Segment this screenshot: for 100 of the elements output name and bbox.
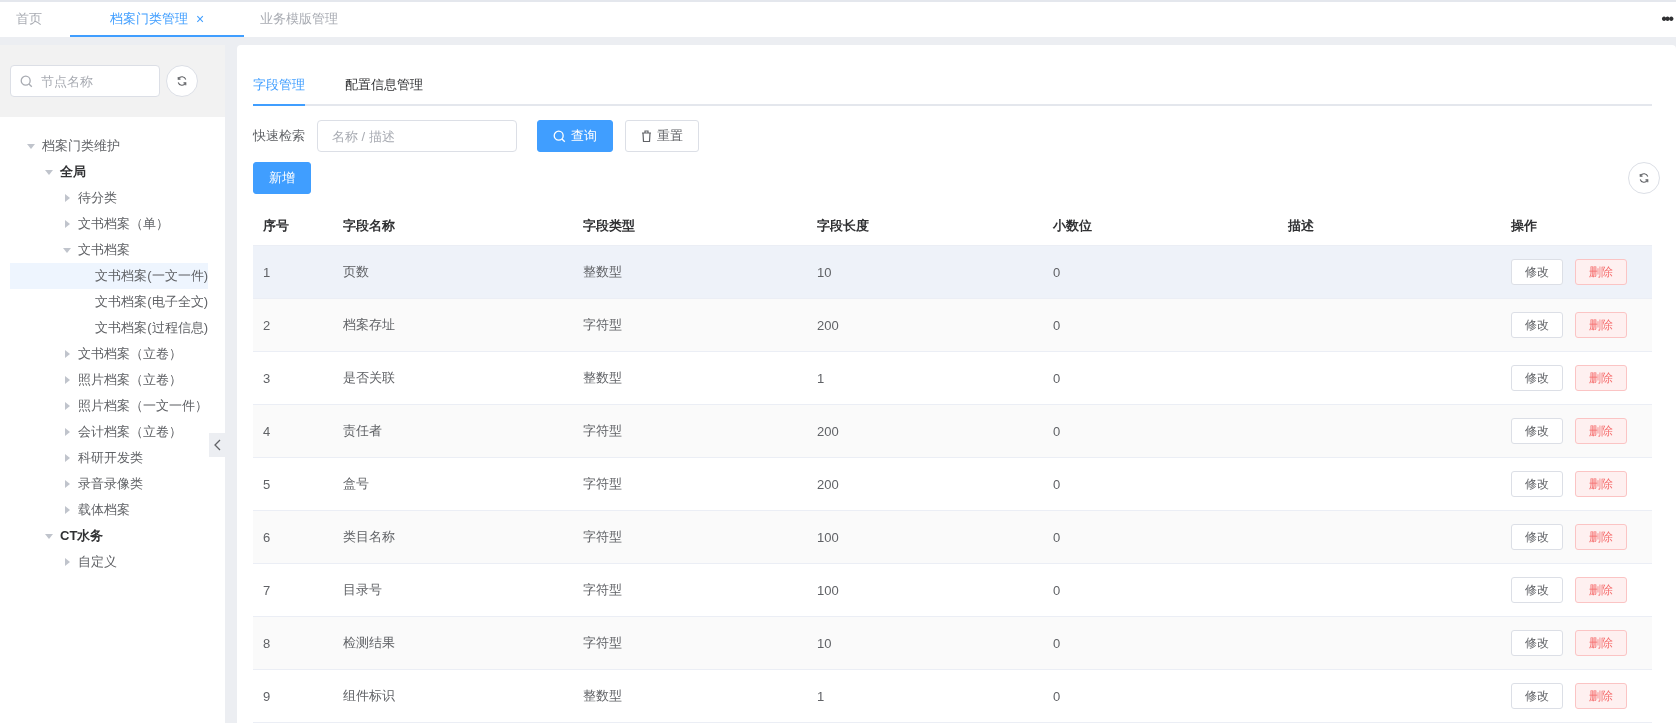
column-header: 操作	[1510, 216, 1538, 235]
tree-item[interactable]: 文书档案(一文一件)	[10, 263, 208, 289]
tree-item[interactable]: 档案门类维护	[10, 133, 208, 159]
tree-item[interactable]: 文书档案（立卷）	[10, 341, 208, 367]
refresh-button[interactable]	[166, 65, 198, 97]
chevron-left-icon	[213, 439, 221, 451]
search-field[interactable]: 节点名称	[10, 65, 160, 97]
edit-button[interactable]: 修改	[1511, 524, 1563, 550]
column-header: 字段长度	[816, 216, 870, 235]
caret-down-icon	[45, 532, 53, 540]
search-label: 快速检索	[253, 127, 305, 145]
edit-button[interactable]: 修改	[1511, 418, 1563, 444]
column-header: 描述	[1287, 216, 1315, 235]
tree-item[interactable]: 录音录像类	[10, 471, 208, 497]
edit-button[interactable]: 修改	[1511, 471, 1563, 497]
table-row[interactable]: 1 页数 整数型 10 0 修改 删除	[253, 246, 1652, 299]
column-header: 字段名称	[342, 216, 396, 235]
table-cell-text: 整数型	[582, 369, 623, 387]
search-field[interactable]: 名称 / 描述	[317, 120, 517, 152]
table-cell-text: 类目名称	[342, 528, 396, 546]
tree-item[interactable]: CT水务	[10, 523, 208, 549]
table-cell-text: 200	[816, 476, 840, 492]
table-cell-text: 检测结果	[342, 634, 396, 652]
table-cell-text: 页数	[342, 263, 370, 281]
caret-right-icon	[63, 220, 71, 228]
reset-button[interactable]: 重置	[625, 120, 699, 152]
caret-right-icon	[63, 402, 71, 410]
table-cell-text: 1	[262, 264, 272, 280]
table-cell-text: 整数型	[582, 263, 623, 281]
table-cell-text: 档案存址	[342, 316, 396, 334]
table-cell-text: 0	[1052, 264, 1062, 280]
table-cell-text: 字符型	[582, 528, 623, 546]
table-cell-text: 组件标识	[342, 687, 396, 705]
search-icon	[553, 129, 566, 143]
collapse-button[interactable]	[209, 433, 225, 457]
tree-item[interactable]: 文书档案(电子全文)	[10, 289, 208, 315]
refresh-button[interactable]	[1628, 162, 1660, 194]
table-cell-text: 目录号	[342, 581, 383, 599]
tree-item[interactable]: 全局	[10, 159, 208, 185]
table-cell-text: 是否关联	[342, 369, 396, 387]
table-cell-text: 字符型	[582, 422, 623, 440]
refresh-icon	[176, 75, 188, 87]
table-cell-text: 4	[262, 423, 272, 439]
tab[interactable]: 配置信息管理	[345, 65, 423, 106]
caret-right-icon	[63, 558, 71, 566]
edit-button[interactable]: 修改	[1511, 312, 1563, 338]
table-cell-text: 责任者	[342, 422, 383, 440]
tree-item[interactable]: 照片档案（一文一件）	[10, 393, 208, 419]
edit-button[interactable]: 修改	[1511, 630, 1563, 656]
edit-button[interactable]: 修改	[1511, 365, 1563, 391]
table-cell-text: 6	[262, 529, 272, 545]
tree-item[interactable]: 会计档案（立卷）	[10, 419, 208, 445]
table-cell-text: 5	[262, 476, 272, 492]
edit-button[interactable]: 修改	[1511, 259, 1563, 285]
tree-item[interactable]: 载体档案	[10, 497, 208, 523]
column-header: 小数位	[1052, 216, 1093, 235]
caret-down-icon	[45, 168, 53, 176]
table-cell-text: 0	[1052, 370, 1062, 386]
table-cell-text: 盒号	[342, 475, 370, 493]
table-cell-text: 0	[1052, 423, 1062, 439]
tree-item[interactable]: 照片档案（立卷）	[10, 367, 208, 393]
caret-right-icon	[63, 376, 71, 384]
tree-item[interactable]: 待分类	[10, 185, 208, 211]
table-row[interactable]: 4 责任者 字符型 200 0 修改 删除	[253, 405, 1652, 458]
table-cell-text: 10	[816, 264, 833, 280]
table-row[interactable]: 2 档案存址 字符型 200 0 修改 删除	[253, 299, 1652, 352]
caret-down-icon	[27, 142, 35, 150]
table-cell-text: 8	[262, 635, 272, 651]
edit-button[interactable]: 修改	[1511, 683, 1563, 709]
table-cell-text: 字符型	[582, 634, 623, 652]
table-cell-text: 200	[816, 317, 840, 333]
tree-item[interactable]: 文书档案（单）	[10, 211, 208, 237]
more-icon[interactable]: •••	[1661, 10, 1672, 28]
table-cell-text: 字符型	[582, 581, 623, 599]
tree-item[interactable]: 科研开发类	[10, 445, 208, 471]
table-cell-text: 100	[816, 529, 840, 545]
tree-item[interactable]: 自定义	[10, 549, 208, 575]
tree-item[interactable]: 文书档案(过程信息)	[10, 315, 208, 341]
table-cell-text: 7	[262, 582, 272, 598]
table-cell-text: 2	[262, 317, 272, 333]
table-cell-text: 3	[262, 370, 272, 386]
table-row[interactable]: 6 类目名称 字符型 100 0 修改 删除	[253, 511, 1652, 564]
caret-right-icon	[63, 454, 71, 462]
edit-button[interactable]: 修改	[1511, 577, 1563, 603]
search-icon	[20, 75, 33, 88]
table-cell-text: 100	[816, 582, 840, 598]
caret-right-icon	[63, 480, 71, 488]
tree-item[interactable]: 文书档案	[10, 237, 208, 263]
column-header: 序号	[262, 216, 290, 235]
table-cell-text: 0	[1052, 476, 1062, 492]
refresh-icon	[1638, 172, 1650, 184]
table-cell-text: 0	[1052, 688, 1062, 704]
caret-down-icon	[63, 246, 71, 254]
table-cell-text: 字符型	[582, 316, 623, 334]
column-header: 字段类型	[582, 216, 636, 235]
table-row[interactable]: 8 检测结果 字符型 10 0 修改 删除	[253, 617, 1652, 670]
caret-right-icon	[63, 506, 71, 514]
caret-right-icon	[63, 350, 71, 358]
table-cell-text: 0	[1052, 317, 1062, 333]
table-cell-text: 9	[262, 688, 272, 704]
